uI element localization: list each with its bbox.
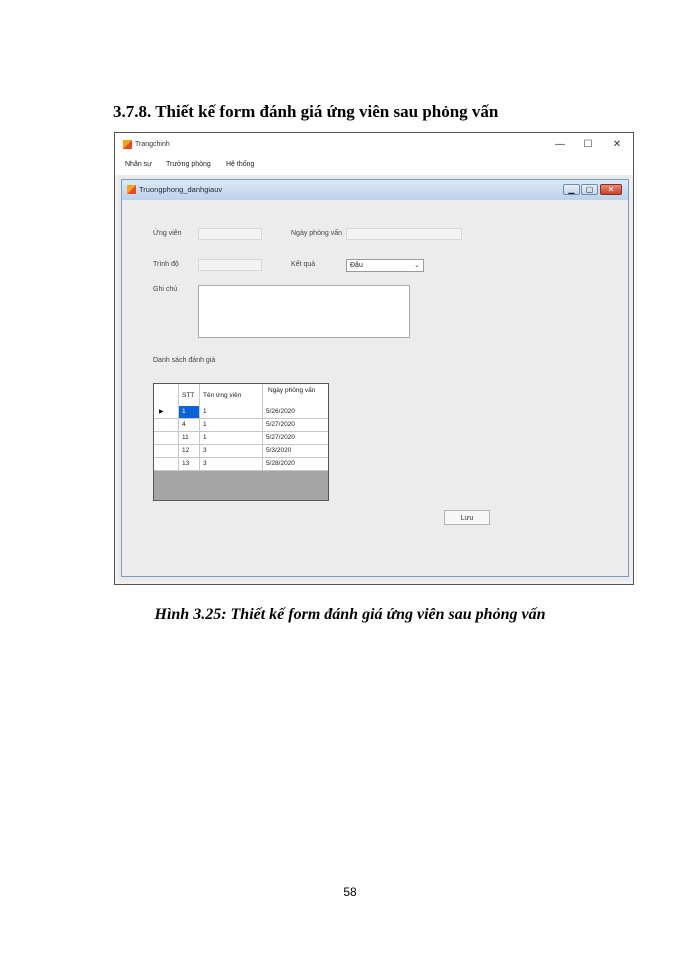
row-header[interactable] [154, 419, 179, 431]
evaluation-form-window: Truongphong_danhgiauv ▁ ▢ ✕ Ứng viên Ngà… [121, 179, 629, 577]
evaluation-grid[interactable]: STT Tên ứng viên Ngày phỏng vấn ▶ 1 1 5/… [153, 383, 329, 501]
cell-ten-ung-vien[interactable]: 1 [200, 406, 263, 418]
main-window: Trangchinh — ☐ ✕ Nhân sự Trưởng phòng Hệ… [114, 132, 634, 585]
cell-ten-ung-vien[interactable]: 1 [200, 432, 263, 444]
cell-stt[interactable]: 11 [179, 432, 200, 444]
table-row[interactable]: 13 3 5/28/2020 [154, 458, 328, 471]
cell-stt[interactable]: 13 [179, 458, 200, 470]
evaluation-form-title: Truongphong_danhgiauv [139, 185, 223, 194]
form-icon [127, 185, 136, 194]
cell-ngay-phong-van[interactable]: 5/27/2020 [263, 419, 328, 431]
ket-qua-value: Đậu [350, 262, 363, 269]
form-minimize-icon[interactable]: ▁ [563, 184, 580, 195]
row-header-corner [154, 384, 179, 406]
form-body: Ứng viên Ngày phỏng vấn Trình độ Kết quả… [122, 200, 628, 576]
ngay-phong-van-label: Ngày phỏng vấn [291, 230, 342, 237]
ket-qua-select[interactable]: Đậu ⌄ [346, 259, 424, 272]
column-header-stt[interactable]: STT [179, 384, 200, 406]
menu-he-thong[interactable]: Hệ thống [226, 161, 254, 168]
maximize-icon[interactable]: ☐ [581, 138, 595, 152]
app-icon [123, 140, 132, 149]
section-heading: 3.7.8. Thiết kế form đánh giá ứng viên s… [113, 102, 499, 121]
close-icon[interactable]: ✕ [610, 138, 624, 152]
cell-ten-ung-vien[interactable]: 1 [200, 419, 263, 431]
ket-qua-label: Kết quả [291, 261, 316, 268]
cell-ngay-phong-van[interactable]: 5/3/2020 [263, 445, 328, 457]
page-number: 58 [343, 885, 357, 899]
row-header[interactable]: ▶ [154, 406, 179, 418]
cell-ngay-phong-van[interactable]: 5/27/2020 [263, 432, 328, 444]
table-row[interactable]: 12 3 5/3/2020 [154, 445, 328, 458]
ghi-chu-textarea[interactable] [198, 285, 410, 338]
menu-nhan-su[interactable]: Nhân sự [125, 161, 152, 168]
cell-ten-ung-vien[interactable]: 3 [200, 445, 263, 457]
minimize-icon[interactable]: — [553, 138, 567, 152]
cell-stt[interactable]: 4 [179, 419, 200, 431]
ghi-chu-label: Ghi chú [153, 286, 178, 293]
cell-ngay-phong-van[interactable]: 5/28/2020 [263, 458, 328, 470]
table-row[interactable]: 11 1 5/27/2020 [154, 432, 328, 445]
main-window-title: Trangchinh [135, 141, 170, 148]
form-maximize-icon[interactable]: ▢ [581, 184, 598, 195]
cell-stt[interactable]: 12 [179, 445, 200, 457]
main-window-titlebar: Trangchinh — ☐ ✕ [115, 133, 633, 157]
column-header-ten-ung-vien[interactable]: Tên ứng viên [200, 384, 263, 406]
trinh-do-input[interactable] [198, 259, 262, 271]
form-close-icon[interactable]: ✕ [600, 184, 622, 195]
ung-vien-input[interactable] [198, 228, 262, 240]
mdi-workspace: Truongphong_danhgiauv ▁ ▢ ✕ Ứng viên Ngà… [118, 175, 630, 581]
row-header[interactable] [154, 445, 179, 457]
list-label: Danh sách đánh giá [153, 357, 216, 364]
evaluation-form-titlebar: Truongphong_danhgiauv ▁ ▢ ✕ [122, 180, 628, 201]
row-header[interactable] [154, 432, 179, 444]
menu-truong-phong[interactable]: Trưởng phòng [166, 161, 211, 168]
figure-caption: Hình 3.25: Thiết kế form đánh giá ứng vi… [154, 606, 546, 623]
grid-header: STT Tên ứng viên Ngày phỏng vấn [154, 384, 328, 407]
ung-vien-label: Ứng viên [153, 230, 182, 237]
chevron-down-icon[interactable]: ⌄ [414, 260, 420, 271]
cell-ten-ung-vien[interactable]: 3 [200, 458, 263, 470]
trinh-do-label: Trình độ [153, 261, 179, 268]
column-header-ngay-phong-van[interactable]: Ngày phỏng vấn [263, 384, 328, 406]
cell-ngay-phong-van[interactable]: 5/26/2020 [263, 406, 328, 418]
table-row[interactable]: ▶ 1 1 5/26/2020 [154, 406, 328, 419]
ngay-phong-van-input[interactable] [346, 228, 462, 240]
save-button[interactable]: Lưu [444, 510, 490, 525]
current-row-indicator-icon: ▶ [159, 409, 164, 415]
cell-stt[interactable]: 1 [179, 406, 200, 418]
table-row[interactable]: 4 1 5/27/2020 [154, 419, 328, 432]
row-header[interactable] [154, 458, 179, 470]
menu-bar: Nhân sự Trưởng phòng Hệ thống [115, 157, 633, 175]
